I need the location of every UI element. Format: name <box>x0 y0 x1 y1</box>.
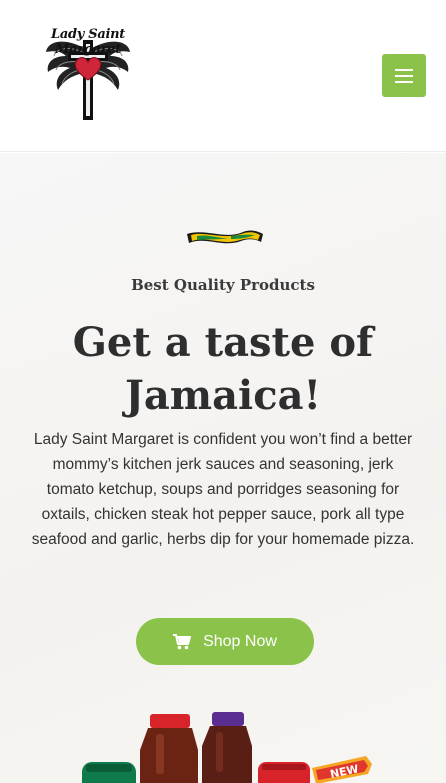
shop-now-label: Shop Now <box>203 632 277 650</box>
hero-description: Lady Saint Margaret is confident you won… <box>31 431 415 548</box>
shopping-cart-icon <box>173 633 192 649</box>
products-image: NEW <box>82 712 372 783</box>
hero-title-line-1: Get a taste of <box>72 319 374 366</box>
site-header: Lady Saint Margaret <box>0 0 446 152</box>
hero-title-line-2: Jamaica! <box>124 372 322 419</box>
hero-title: Get a taste of Jamaica! <box>0 316 446 422</box>
site-logo[interactable]: Lady Saint Margaret <box>26 18 150 122</box>
menu-toggle-button[interactable] <box>382 54 426 97</box>
hero-tagline: Best Quality Products <box>131 276 315 294</box>
jamaica-flag-icon <box>187 230 263 244</box>
logo-text: Lady Saint Margaret <box>51 27 125 57</box>
hamburger-icon <box>395 68 413 83</box>
shop-now-button[interactable]: Shop Now <box>136 618 314 665</box>
